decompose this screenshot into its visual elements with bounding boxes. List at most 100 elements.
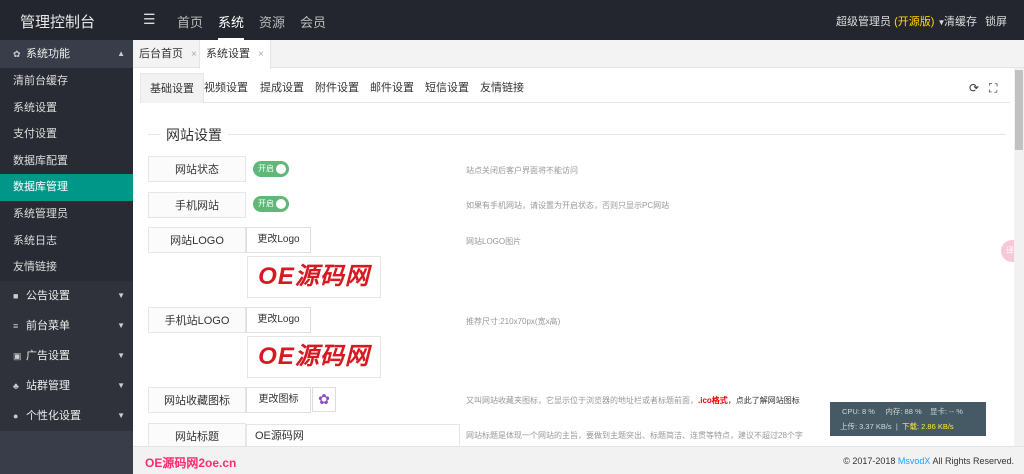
- caret-up-icon: ▲: [117, 49, 125, 58]
- top-header: 管理控制台 ☰ 首页 系统 资源 会员 超级管理员 (开源版) ▼ 清缓存 锁屏: [0, 0, 1024, 40]
- sidebar-item-settings[interactable]: 系统设置: [0, 95, 133, 122]
- close-icon[interactable]: ×: [191, 49, 197, 60]
- caret-down-icon: ▼: [117, 290, 125, 300]
- memory-usage: 内存: 88 %: [885, 407, 922, 416]
- image-icon: ▣: [13, 350, 22, 361]
- caret-down-icon: ▼: [117, 320, 125, 330]
- ico-format-text: .ico格式: [698, 396, 728, 405]
- favicon-hint: 又叫网站收藏夹图标，它显示位于浏览器的地址栏或者标题前面，.ico格式，点此了解…: [466, 395, 800, 406]
- rights-text: All Rights Reserved.: [932, 456, 1014, 466]
- subtab-commission[interactable]: 提成设置: [251, 73, 313, 103]
- subtab-email[interactable]: 邮件设置: [361, 73, 423, 103]
- user-menu[interactable]: 超级管理员 (开源版) ▼: [836, 13, 945, 29]
- sitemap-icon: ♣: [13, 380, 19, 391]
- tab-settings[interactable]: 系统设置 ×: [199, 40, 271, 69]
- sidebar-submenu: 清前台缓存 系统设置 支付设置 数据库配置 数据库管理 系统管理员 系统日志 友…: [0, 68, 133, 281]
- logo-image: OE源码网: [247, 256, 381, 298]
- mobile-logo-image: OE源码网: [247, 336, 381, 378]
- favicon-image: ✿: [312, 387, 336, 412]
- change-logo-button[interactable]: 更改Logo: [246, 227, 311, 253]
- nav-resources[interactable]: 资源: [259, 12, 285, 31]
- cpu-usage: CPU: 8 %: [842, 407, 875, 416]
- logo-hint: 网站LOGO图片: [466, 237, 522, 246]
- scrollbar-thumb[interactable]: [1015, 70, 1023, 150]
- book-icon: ■: [13, 290, 19, 301]
- palette-icon: ●: [13, 410, 19, 421]
- status-label: 网站状态: [148, 156, 246, 182]
- copyright-year: © 2017-2018: [843, 456, 896, 466]
- nav-home[interactable]: 首页: [177, 12, 203, 31]
- brand-link[interactable]: MsvodX: [898, 456, 931, 466]
- page-tabs: 后台首页 × 系统设置 ×: [133, 40, 1024, 69]
- sidebar-group-notice[interactable]: ■ 公告设置 ▼: [0, 280, 133, 311]
- sidebar-item-admins[interactable]: 系统管理员: [0, 201, 133, 228]
- sidebar-group-label: 站群管理: [26, 379, 70, 392]
- sidebar-group-label: 公告设置: [26, 289, 70, 302]
- site-title-input[interactable]: OE源码网: [246, 424, 460, 448]
- list-icon[interactable]: ☰: [143, 11, 156, 28]
- mobile-hint: 如果有手机网站，请设置为开启状态，否则只显示PC网站: [466, 201, 670, 210]
- refresh-icon[interactable]: ⟳: [969, 81, 979, 95]
- fieldset-title: 网站设置: [160, 125, 228, 145]
- favicon-hint-text: 又叫网站收藏夹图标，它显示位于浏览器的地址栏或者标题前面，: [466, 396, 698, 405]
- change-mobile-logo-button[interactable]: 更改Logo: [246, 307, 311, 333]
- footer: OE源码网2oe.cn © 2017-2018 MsvodX All Right…: [133, 446, 1024, 474]
- mobile-logo-hint: 推荐尺寸:210x70px(宽x高): [466, 317, 561, 326]
- nav-system[interactable]: 系统: [218, 12, 245, 40]
- mobile-logo-label: 手机站LOGO: [148, 307, 246, 333]
- sidebar-item-db-config[interactable]: 数据库配置: [0, 148, 133, 175]
- nav-members[interactable]: 会员: [300, 12, 326, 31]
- clear-cache-link[interactable]: 清缓存: [944, 13, 977, 29]
- sidebar-group-label: 系统功能: [26, 48, 70, 60]
- system-monitor: CPU: 8 % 内存: 88 % 显卡: -- % 上传: 3.37 KB/s…: [830, 402, 986, 436]
- footer-site-name: OE源码网2oe.cn: [145, 456, 237, 470]
- sidebar-group-custom[interactable]: ● 个性化设置 ▼: [0, 400, 133, 431]
- favicon-label: 网站收藏图标: [148, 387, 246, 413]
- tab-home[interactable]: 后台首页 ×: [133, 40, 203, 68]
- sidebar-item-links[interactable]: 友情链接: [0, 254, 133, 281]
- site-title-hint: 网站标题是体现一个网站的主旨，要做到主题突出、标题简洁、连贯等特点，建议不超过2…: [466, 431, 803, 440]
- sidebar-item-db-manage[interactable]: 数据库管理: [0, 174, 133, 201]
- tab-label: 系统设置: [206, 48, 250, 60]
- edition-badge: (开源版): [894, 16, 935, 28]
- upload-speed: 上传: 3.37 KB/s: [840, 422, 892, 431]
- caret-down-icon: ▼: [117, 410, 125, 420]
- bars-icon: ≡: [13, 320, 19, 331]
- subtab-sms[interactable]: 短信设置: [416, 73, 478, 103]
- gpu-usage: 显卡: -- %: [929, 407, 963, 416]
- close-icon[interactable]: ×: [258, 49, 264, 60]
- footer-copyright: © 2017-2018 MsvodX All Rights Reserved.: [843, 456, 1014, 466]
- fullscreen-icon[interactable]: ⛶: [989, 81, 997, 96]
- sidebar-group-system[interactable]: ✿ 系统功能 ▲: [0, 40, 133, 68]
- sidebar-item-clear-cache[interactable]: 清前台缓存: [0, 68, 133, 95]
- mobile-label: 手机网站: [148, 192, 246, 218]
- tab-label: 后台首页: [139, 48, 183, 60]
- subtab-attachment[interactable]: 附件设置: [306, 73, 368, 103]
- user-name: 超级管理员: [836, 16, 891, 28]
- status-switch[interactable]: 开启: [253, 161, 289, 177]
- caret-down-icon: ▼: [117, 350, 125, 360]
- sidebar-group-sites[interactable]: ♣ 站群管理 ▼: [0, 370, 133, 401]
- app-title: 管理控制台: [20, 14, 96, 31]
- lock-screen-link[interactable]: 锁屏: [985, 13, 1007, 29]
- subtab-video[interactable]: 视频设置: [195, 73, 257, 103]
- content-scrollbar[interactable]: [1014, 68, 1024, 446]
- subtab-links[interactable]: 友情链接: [471, 73, 533, 103]
- change-favicon-button[interactable]: 更改图标: [246, 387, 311, 413]
- sidebar-group-ads[interactable]: ▣ 广告设置 ▼: [0, 340, 133, 371]
- sidebar-group-menu[interactable]: ≡ 前台菜单 ▼: [0, 310, 133, 341]
- favicon-help-link[interactable]: ，点此了解网站图标: [728, 396, 800, 405]
- sidebar: ✿ 系统功能 ▲ 清前台缓存 系统设置 支付设置 数据库配置 数据库管理 系统管理…: [0, 40, 133, 474]
- logo-label: 网站LOGO: [148, 227, 246, 253]
- sidebar-group-label: 前台菜单: [26, 319, 70, 332]
- sidebar-item-logs[interactable]: 系统日志: [0, 228, 133, 255]
- sidebar-item-payment[interactable]: 支付设置: [0, 121, 133, 148]
- sidebar-group-label: 个性化设置: [26, 409, 81, 422]
- download-speed: 下载: 2.86 KB/s: [901, 422, 954, 431]
- fieldset-line: [148, 134, 1006, 135]
- mobile-switch[interactable]: 开启: [253, 196, 289, 212]
- sidebar-group-label: 广告设置: [26, 349, 70, 362]
- gear-icon: ✿: [13, 49, 21, 59]
- settings-tabs: 基础设置 视频设置 提成设置 附件设置 邮件设置 短信设置 友情链接 ⟳ ⛶: [140, 73, 1010, 103]
- status-hint: 站点关闭后客户界面将不能访问: [466, 166, 578, 175]
